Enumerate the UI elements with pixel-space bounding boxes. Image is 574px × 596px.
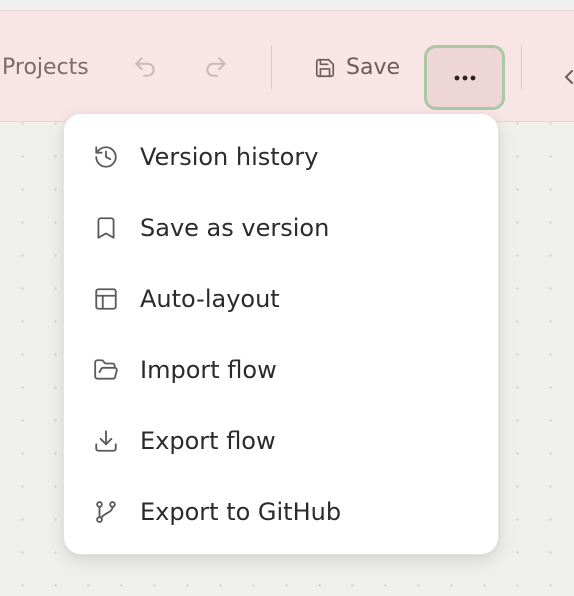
save-button[interactable]: Save [314, 53, 400, 83]
toolbar-divider [521, 45, 522, 89]
menu-item-label: Export flow [140, 427, 276, 455]
redo-icon [206, 57, 226, 77]
menu-item-import-flow[interactable]: Import flow [64, 340, 498, 400]
menu-item-export-flow[interactable]: Export flow [64, 411, 498, 471]
menu-item-export-to-github[interactable]: Export to GitHub [64, 482, 498, 542]
menu-item-label: Auto-layout [140, 285, 280, 313]
save-button-label: Save [346, 55, 401, 80]
redo-button[interactable] [199, 50, 233, 84]
save-icon [315, 58, 335, 78]
menu-item-auto-layout[interactable]: Auto-layout [64, 269, 498, 329]
menu-item-label: Save as version [140, 214, 330, 242]
menu-item-label: Import flow [140, 356, 277, 384]
history-icon [92, 143, 120, 171]
more-horizontal-icon [454, 75, 475, 80]
chevron-left-icon [565, 70, 573, 84]
undo-button[interactable] [128, 50, 162, 84]
projects-breadcrumb[interactable]: Projects [2, 55, 90, 81]
layout-icon [92, 285, 120, 313]
bookmark-icon [92, 214, 120, 242]
more-options-menu: Version history Save as version Auto-lay… [63, 113, 499, 555]
menu-item-label: Export to GitHub [140, 498, 342, 526]
download-icon [92, 427, 120, 455]
menu-item-version-history[interactable]: Version history [64, 127, 498, 187]
collapse-button[interactable] [560, 65, 574, 89]
window-top-strip [0, 0, 574, 10]
toolbar-divider [271, 45, 272, 89]
folder-open-icon [92, 356, 120, 384]
menu-item-label: Version history [140, 143, 319, 171]
undo-icon [135, 57, 155, 77]
git-branch-icon [92, 498, 120, 526]
menu-item-save-as-version[interactable]: Save as version [64, 198, 498, 258]
more-options-button[interactable] [424, 45, 505, 110]
flow-toolbar: Projects Save [0, 10, 574, 122]
